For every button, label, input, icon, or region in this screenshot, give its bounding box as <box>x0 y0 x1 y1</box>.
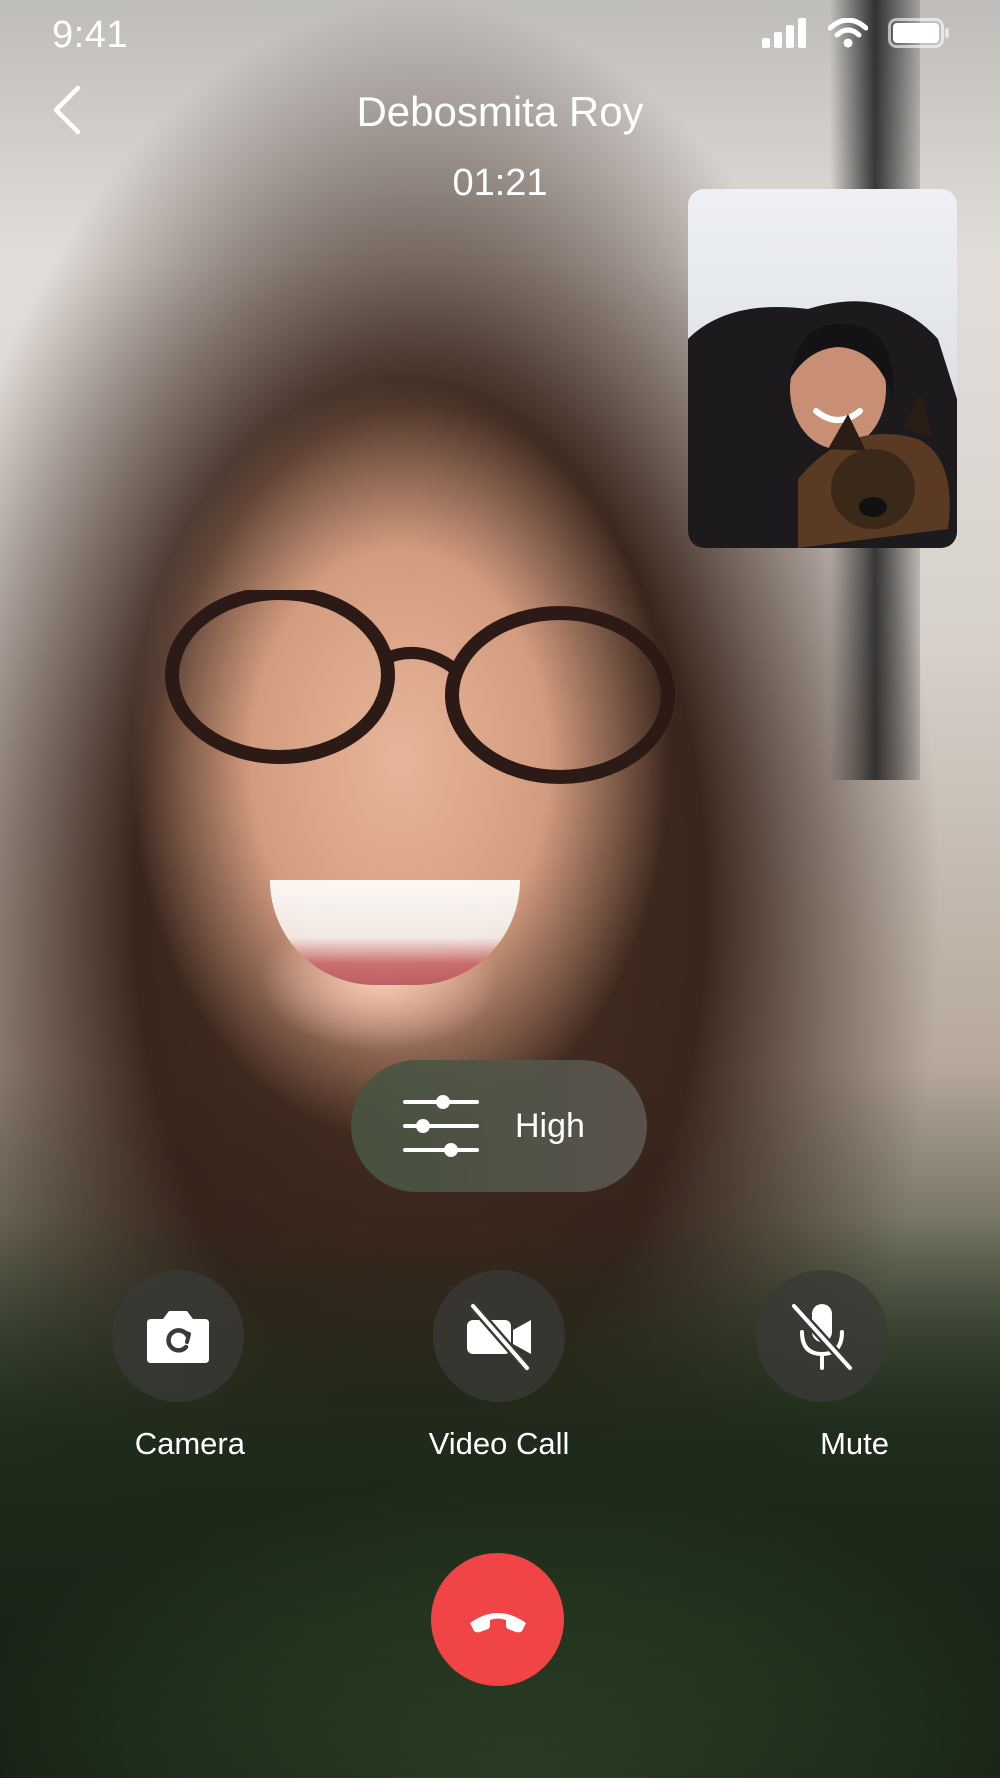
video-toggle-circle[interactable] <box>433 1270 565 1402</box>
self-view-image <box>688 301 957 548</box>
mute-circle[interactable] <box>756 1270 888 1402</box>
switch-camera-button[interactable]: Camera <box>111 1270 245 1462</box>
video-quality-button[interactable]: High <box>351 1060 647 1192</box>
wifi-icon <box>828 18 868 48</box>
camera-switch-icon <box>147 1311 209 1363</box>
signal-icon <box>762 18 806 48</box>
video-toggle-label: Video Call <box>428 1426 570 1461</box>
end-call-button[interactable] <box>431 1553 564 1686</box>
switch-camera-label: Camera <box>134 1426 245 1461</box>
status-bar: 9:41 <box>0 0 1000 80</box>
video-toggle-button[interactable]: Video Call <box>429 1270 569 1462</box>
video-quality-label: High <box>515 1107 585 1145</box>
status-time: 9:41 <box>52 14 128 56</box>
status-icons <box>762 18 950 48</box>
hang-up-icon <box>469 1612 526 1632</box>
mute-button[interactable]: Mute <box>755 1270 889 1462</box>
self-view-preview[interactable] <box>688 189 957 548</box>
battery-icon <box>888 18 949 48</box>
video-off-icon <box>467 1301 532 1372</box>
caller-name: Debosmita Roy <box>356 88 644 135</box>
switch-camera-circle[interactable] <box>112 1270 244 1402</box>
mic-off-icon <box>789 1301 855 1373</box>
sliders-icon <box>403 1095 479 1157</box>
mute-label: Mute <box>820 1426 889 1461</box>
